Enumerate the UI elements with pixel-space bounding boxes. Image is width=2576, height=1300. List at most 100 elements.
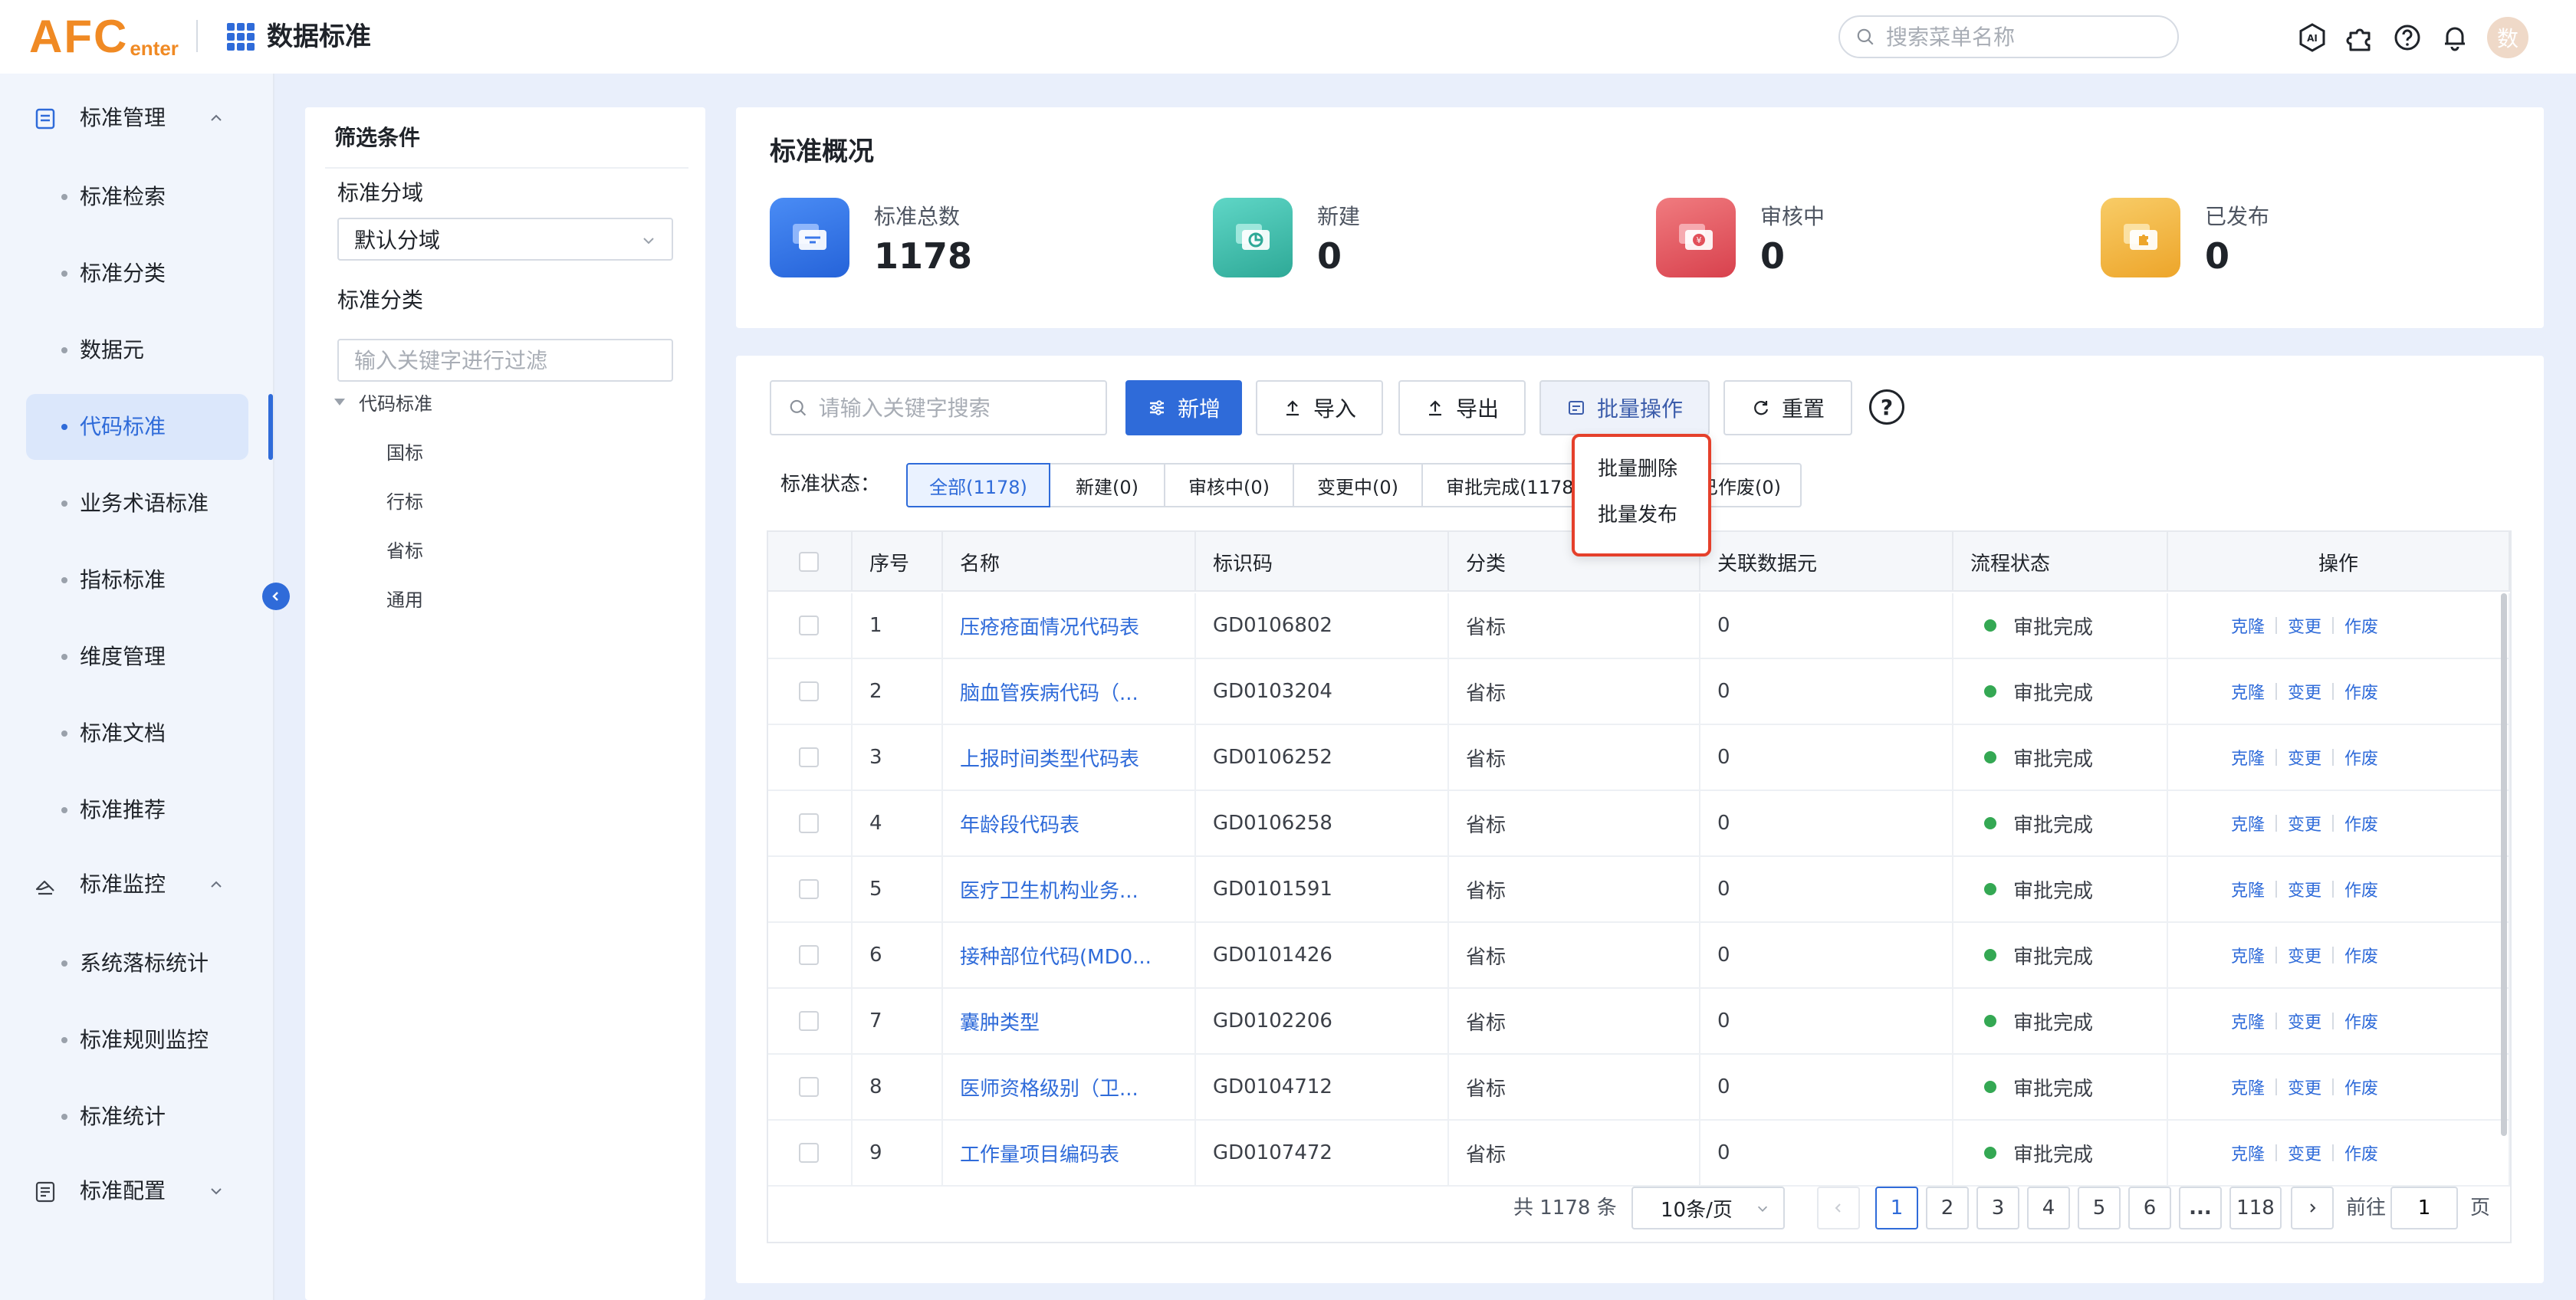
batch-operation-button[interactable]: 批量操作 <box>1539 380 1710 435</box>
row-checkbox[interactable] <box>799 1011 819 1031</box>
clone-link[interactable]: 克隆 <box>2231 1009 2265 1033</box>
page-button[interactable]: 2 <box>1926 1187 1969 1229</box>
help-icon[interactable] <box>2387 18 2427 57</box>
status-tab-reviewing[interactable]: 审核中(0) <box>1164 463 1294 507</box>
table-scrollbar[interactable] <box>2501 593 2507 1136</box>
standard-name-link[interactable]: 压疮疮面情况代码表 <box>943 593 1196 658</box>
help-button[interactable]: ? <box>1869 389 1904 425</box>
tree-node[interactable]: 国标 <box>386 440 423 466</box>
export-button[interactable]: 导出 <box>1398 380 1526 435</box>
void-link[interactable]: 作废 <box>2344 1141 2378 1165</box>
standard-name-link[interactable]: 工作量项目编码表 <box>943 1121 1196 1185</box>
clone-link[interactable]: 克隆 <box>2231 1075 2265 1099</box>
clone-link[interactable]: 克隆 <box>2231 679 2265 704</box>
page-button[interactable]: 1 <box>1875 1187 1918 1229</box>
row-checkbox[interactable] <box>799 879 819 899</box>
change-link[interactable]: 变更 <box>2288 1141 2321 1165</box>
status-tab-changing[interactable]: 变更中(0) <box>1293 463 1423 507</box>
bell-icon[interactable] <box>2435 18 2475 57</box>
sidebar-item-dimension[interactable]: 维度管理 <box>26 624 248 690</box>
standard-name-link[interactable]: 囊肿类型 <box>943 989 1196 1053</box>
change-link[interactable]: 变更 <box>2288 613 2321 638</box>
row-checkbox[interactable] <box>799 616 819 635</box>
tree-node-root[interactable]: 代码标准 <box>359 391 432 417</box>
void-link[interactable]: 作废 <box>2344 877 2378 901</box>
sidebar-item-business-term[interactable]: 业务术语标准 <box>26 471 248 537</box>
sidebar-item-standard-statistics[interactable]: 标准统计 <box>26 1084 248 1150</box>
void-link[interactable]: 作废 <box>2344 1075 2378 1099</box>
void-link[interactable]: 作废 <box>2344 679 2378 704</box>
sidebar-item-standard-category[interactable]: 标准分类 <box>26 241 248 307</box>
void-link[interactable]: 作废 <box>2344 811 2378 835</box>
clone-link[interactable]: 克隆 <box>2231 1141 2265 1165</box>
row-checkbox[interactable] <box>799 681 819 701</box>
goto-page-input[interactable] <box>2390 1187 2458 1229</box>
sidebar-item-rule-monitor[interactable]: 标准规则监控 <box>26 1007 248 1073</box>
sidebar-item-system-landing[interactable]: 系统落标统计 <box>26 931 248 996</box>
sidebar-item-standard-recommend[interactable]: 标准推荐 <box>26 777 248 843</box>
status-tab-all[interactable]: 全部(1178) <box>906 463 1050 507</box>
void-link[interactable]: 作废 <box>2344 943 2378 967</box>
page-button[interactable]: 4 <box>2027 1187 2070 1229</box>
app-grid-icon[interactable] <box>227 23 255 51</box>
clone-link[interactable]: 克隆 <box>2231 745 2265 770</box>
standard-name-link[interactable]: 脑血管疾病代码（... <box>943 659 1196 724</box>
batch-publish-item[interactable]: 批量发布 <box>1598 501 1677 529</box>
clone-link[interactable]: 克隆 <box>2231 613 2265 638</box>
void-link[interactable]: 作废 <box>2344 1009 2378 1033</box>
sidebar-item-indicator-standard[interactable]: 指标标准 <box>26 547 248 613</box>
reset-button[interactable]: 重置 <box>1723 380 1852 435</box>
void-link[interactable]: 作废 <box>2344 745 2378 770</box>
row-checkbox[interactable] <box>799 747 819 767</box>
row-checkbox[interactable] <box>799 813 819 833</box>
void-link[interactable]: 作废 <box>2344 613 2378 638</box>
import-button[interactable]: 导入 <box>1256 380 1383 435</box>
select-all-checkbox[interactable] <box>799 552 819 572</box>
batch-delete-item[interactable]: 批量删除 <box>1598 455 1677 483</box>
row-checkbox[interactable] <box>799 1143 819 1163</box>
clone-link[interactable]: 克隆 <box>2231 877 2265 901</box>
change-link[interactable]: 变更 <box>2288 877 2321 901</box>
change-link[interactable]: 变更 <box>2288 811 2321 835</box>
change-link[interactable]: 变更 <box>2288 943 2321 967</box>
change-link[interactable]: 变更 <box>2288 1075 2321 1099</box>
tree-node[interactable]: 通用 <box>386 587 423 613</box>
change-link[interactable]: 变更 <box>2288 1009 2321 1033</box>
page-button[interactable]: 6 <box>2128 1187 2171 1229</box>
tree-node[interactable]: 行标 <box>386 489 423 515</box>
sidebar-group-standard-management[interactable]: 标准管理 <box>0 87 274 149</box>
standard-name-link[interactable]: 医师资格级别（卫... <box>943 1055 1196 1119</box>
sidebar-item-data-element[interactable]: 数据元 <box>26 317 248 383</box>
row-checkbox[interactable] <box>799 1077 819 1097</box>
page-button[interactable]: 3 <box>1976 1187 2019 1229</box>
keyword-search-box[interactable] <box>770 380 1107 435</box>
page-button[interactable]: 118 <box>2229 1187 2282 1229</box>
sidebar-item-code-standard[interactable]: 代码标准 <box>26 394 248 460</box>
clone-link[interactable]: 克隆 <box>2231 811 2265 835</box>
sidebar-item-standard-document[interactable]: 标准文档 <box>26 701 248 767</box>
sidebar-group-standard-monitor[interactable]: 标准监控 <box>0 854 274 915</box>
standard-name-link[interactable]: 医疗卫生机构业务... <box>943 857 1196 921</box>
standard-name-link[interactable]: 年龄段代码表 <box>943 791 1196 855</box>
page-size-select[interactable]: 10条/页 <box>1631 1187 1785 1229</box>
menu-search-box[interactable] <box>1838 15 2179 58</box>
clone-link[interactable]: 克隆 <box>2231 943 2265 967</box>
ai-icon[interactable]: AI <box>2292 18 2332 57</box>
user-avatar[interactable]: 数 <box>2487 17 2528 58</box>
sidebar-item-standard-search[interactable]: 标准检索 <box>26 164 248 230</box>
domain-select[interactable]: 默认分域 <box>337 218 673 261</box>
sidebar-collapse-button[interactable] <box>262 583 290 610</box>
afc-logo[interactable]: AFC enter <box>29 11 179 61</box>
standard-name-link[interactable]: 接种部位代码(MD0... <box>943 923 1196 987</box>
next-page-button[interactable] <box>2291 1187 2334 1229</box>
standard-name-link[interactable]: 上报时间类型代码表 <box>943 725 1196 790</box>
row-checkbox[interactable] <box>799 945 819 965</box>
tree-node[interactable]: 省标 <box>386 538 423 564</box>
keyword-search-input[interactable] <box>818 395 1106 421</box>
menu-search-input[interactable] <box>1886 24 2162 50</box>
status-tab-new[interactable]: 新建(0) <box>1049 463 1165 507</box>
sidebar-group-standard-config[interactable]: 标准配置 <box>0 1160 274 1222</box>
prev-page-button[interactable] <box>1817 1187 1860 1229</box>
category-filter-input[interactable] <box>337 339 673 382</box>
change-link[interactable]: 变更 <box>2288 745 2321 770</box>
